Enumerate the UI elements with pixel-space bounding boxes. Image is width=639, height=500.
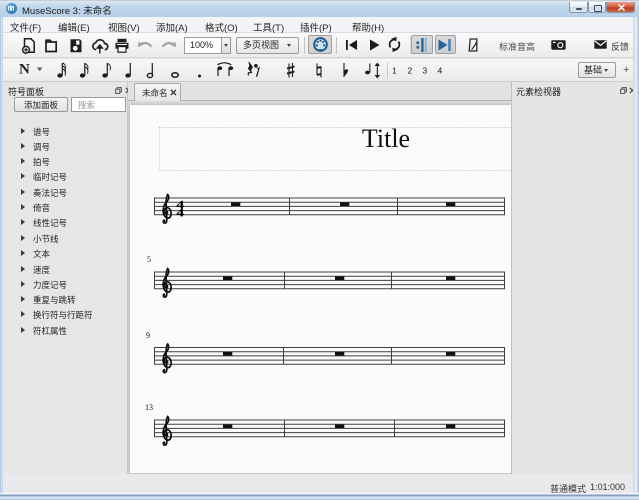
svg-text:N: N [19, 62, 30, 78]
svg-text:Title: Title [362, 124, 410, 153]
svg-text:3: 3 [423, 66, 428, 76]
svg-text:2: 2 [408, 66, 413, 76]
svg-text:1: 1 [392, 66, 397, 76]
svg-text:4: 4 [438, 66, 443, 76]
svg-text:5: 5 [147, 255, 151, 264]
svg-text:9: 9 [146, 331, 150, 340]
svg-text:13: 13 [145, 403, 153, 412]
